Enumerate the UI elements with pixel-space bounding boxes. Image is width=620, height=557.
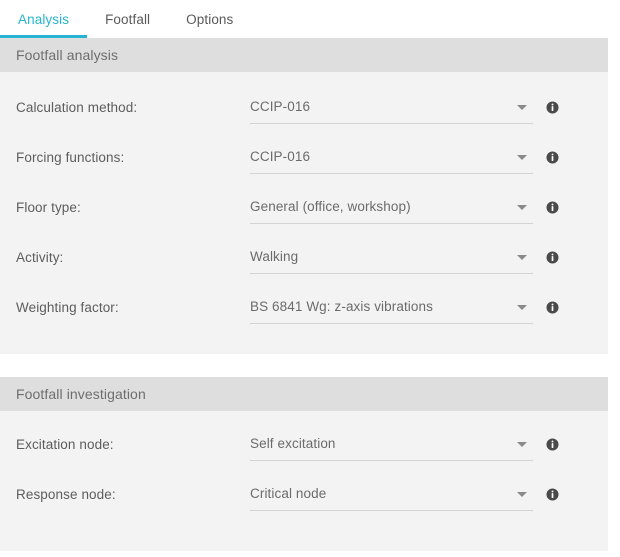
info-icon xyxy=(546,201,559,214)
form-row-calculation-method: Calculation method: CCIP-016 xyxy=(0,82,608,132)
panel-body-footfall-analysis: Calculation method: CCIP-016 Forcing fun… xyxy=(0,82,608,354)
chevron-down-icon xyxy=(517,442,527,447)
info-button-response-node[interactable] xyxy=(546,488,559,501)
dropdown-value: Self excitation xyxy=(250,436,362,451)
tab-label: Analysis xyxy=(18,12,69,27)
label-excitation-node: Excitation node: xyxy=(0,437,250,452)
chevron-down-icon xyxy=(517,105,527,110)
dropdown-activity[interactable]: Walking xyxy=(250,240,533,274)
dropdown-excitation-node[interactable]: Self excitation xyxy=(250,427,533,461)
form-row-response-node: Response node: Critical node xyxy=(0,469,608,519)
dropdown-calculation-method[interactable]: CCIP-016 xyxy=(250,90,533,124)
form-row-floor-type: Floor type: General (office, workshop) xyxy=(0,182,608,232)
chevron-down-icon xyxy=(517,255,527,260)
info-icon xyxy=(546,488,559,501)
panel-header-footfall-analysis: Footfall analysis xyxy=(0,38,608,72)
info-icon xyxy=(546,438,559,451)
dropdown-value: CCIP-016 xyxy=(250,149,336,164)
info-icon xyxy=(546,251,559,264)
info-button-forcing-functions[interactable] xyxy=(546,151,559,164)
label-calculation-method: Calculation method: xyxy=(0,100,250,115)
tab-label: Footfall xyxy=(105,12,150,27)
panel-title: Footfall analysis xyxy=(16,47,118,63)
label-floor-type: Floor type: xyxy=(0,200,250,215)
dropdown-forcing-functions[interactable]: CCIP-016 xyxy=(250,140,533,174)
dropdown-response-node[interactable]: Critical node xyxy=(250,477,533,511)
info-button-floor-type[interactable] xyxy=(546,201,559,214)
chevron-down-icon xyxy=(517,492,527,497)
label-weighting-factor: Weighting factor: xyxy=(0,300,250,315)
label-activity: Activity: xyxy=(0,250,250,265)
info-button-activity[interactable] xyxy=(546,251,559,264)
tab-options[interactable]: Options xyxy=(168,0,251,38)
info-button-excitation-node[interactable] xyxy=(546,438,559,451)
dropdown-floor-type[interactable]: General (office, workshop) xyxy=(250,190,533,224)
label-forcing-functions: Forcing functions: xyxy=(0,150,250,165)
dropdown-value: Walking xyxy=(250,249,324,264)
tab-bar: Analysis Footfall Options xyxy=(0,0,620,38)
info-icon xyxy=(546,101,559,114)
form-row-activity: Activity: Walking xyxy=(0,232,608,282)
panel-separator xyxy=(0,354,620,377)
label-response-node: Response node: xyxy=(0,487,250,502)
form-row-excitation-node: Excitation node: Self excitation xyxy=(0,419,608,469)
info-icon xyxy=(546,301,559,314)
tab-footfall[interactable]: Footfall xyxy=(87,0,168,38)
panel-body-footfall-investigation: Excitation node: Self excitation Respons… xyxy=(0,419,608,551)
dropdown-value: General (office, workshop) xyxy=(250,199,437,214)
chevron-down-icon xyxy=(517,305,527,310)
form-row-forcing-functions: Forcing functions: CCIP-016 xyxy=(0,132,608,182)
dropdown-value: BS 6841 Wg: z-axis vibrations xyxy=(250,299,459,314)
info-icon xyxy=(546,151,559,164)
info-button-weighting-factor[interactable] xyxy=(546,301,559,314)
info-button-calculation-method[interactable] xyxy=(546,101,559,114)
panel-title: Footfall investigation xyxy=(16,386,146,402)
chevron-down-icon xyxy=(517,155,527,160)
form-row-weighting-factor: Weighting factor: BS 6841 Wg: z-axis vib… xyxy=(0,282,608,332)
chevron-down-icon xyxy=(517,205,527,210)
tab-label: Options xyxy=(186,12,233,27)
panel-footfall-analysis: Footfall analysis Calculation method: CC… xyxy=(0,38,608,354)
panel-footfall-investigation: Footfall investigation Excitation node: … xyxy=(0,377,608,551)
dropdown-value: Critical node xyxy=(250,486,352,501)
panel-header-footfall-investigation: Footfall investigation xyxy=(0,377,608,411)
dropdown-value: CCIP-016 xyxy=(250,99,336,114)
dropdown-weighting-factor[interactable]: BS 6841 Wg: z-axis vibrations xyxy=(250,290,533,324)
tab-analysis[interactable]: Analysis xyxy=(0,0,87,38)
